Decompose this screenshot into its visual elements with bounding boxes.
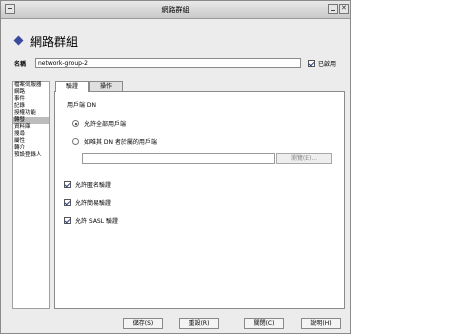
- dialog-window: 網路群組 網路群組 名稱 network-group-2 已啟用 檔案伺服器 網…: [0, 0, 351, 334]
- radio-dn-tree[interactable]: [72, 138, 79, 145]
- auth-tab-panel: 用戶端 DN 允許全部用戶端 如唯其 DN 者於屬的用戶端 瀏覽(E)... 允…: [54, 91, 345, 309]
- sidebar-item-network[interactable]: 網路: [13, 89, 49, 96]
- diamond-icon: [13, 35, 24, 46]
- name-field[interactable]: network-group-2: [35, 58, 301, 68]
- tab-authentication[interactable]: 驗證: [55, 81, 89, 92]
- sidebar-item-default-login[interactable]: 預設登錄人: [13, 152, 49, 159]
- sidebar-list: 檔案伺服器 網路 事件 記錄 授權功能 轉發 資料庫 搜尋 屬性 轉介 預設登錄…: [12, 81, 50, 309]
- radio-dn-tree-label: 如唯其 DN 者於屬的用戶端: [84, 139, 157, 146]
- check-simple-row[interactable]: 允許簡易驗證: [64, 198, 111, 207]
- sidebar-item-database[interactable]: 資料庫: [13, 124, 49, 131]
- radio-dn-tree-row[interactable]: 如唯其 DN 者於屬的用戶端: [72, 137, 157, 146]
- page-title: 網路群組: [30, 35, 79, 49]
- sidebar-item-attributes[interactable]: 屬性: [13, 138, 49, 145]
- window-title: 網路群組: [161, 6, 190, 14]
- sidebar-item-log[interactable]: 記錄: [13, 103, 49, 110]
- simple-label: 允許簡易驗證: [75, 200, 112, 207]
- check-anonymous-row[interactable]: 允許匿名驗證: [64, 180, 111, 189]
- minimize-button[interactable]: [328, 4, 338, 14]
- enabled-checkbox-row[interactable]: 已啟用: [308, 59, 336, 68]
- help-button[interactable]: 說明(H): [301, 318, 341, 329]
- dn-input[interactable]: [82, 153, 275, 164]
- reset-button[interactable]: 重設(R): [179, 318, 219, 329]
- sidebar-item-events[interactable]: 事件: [13, 96, 49, 103]
- browse-button[interactable]: 瀏覽(E)...: [276, 153, 332, 164]
- title-bar: 網路群組: [1, 1, 350, 19]
- close-window-button[interactable]: [339, 4, 349, 14]
- close-button[interactable]: 關閉(C): [244, 318, 284, 329]
- sasl-checkbox[interactable]: [64, 217, 71, 224]
- tab-operations[interactable]: 操作: [89, 81, 123, 91]
- enabled-label: 已啟用: [318, 61, 337, 68]
- enabled-checkbox[interactable]: [308, 60, 315, 67]
- sidebar-item-file-server[interactable]: 檔案伺服器: [13, 82, 49, 89]
- radio-allow-all-label: 允許全部用戶端: [84, 121, 127, 128]
- sidebar-item-search[interactable]: 搜尋: [13, 131, 49, 138]
- radio-allow-all[interactable]: [72, 120, 79, 127]
- simple-checkbox[interactable]: [64, 199, 71, 206]
- save-button[interactable]: 儲存(S): [123, 318, 163, 329]
- check-sasl-row[interactable]: 允許 SASL 驗證: [64, 216, 118, 225]
- sidebar-item-referrals[interactable]: 轉介: [13, 145, 49, 152]
- anonymous-checkbox[interactable]: [64, 181, 71, 188]
- sidebar-item-forwarding[interactable]: 轉發: [13, 117, 49, 124]
- name-label: 名稱: [14, 61, 27, 68]
- sidebar-item-licensed-features[interactable]: 授權功能: [13, 110, 49, 117]
- client-dn-label: 用戶端 DN: [67, 102, 97, 109]
- radio-allow-all-row[interactable]: 允許全部用戶端: [72, 119, 126, 128]
- sasl-label: 允許 SASL 驗證: [75, 218, 118, 225]
- anonymous-label: 允許匿名驗證: [75, 182, 112, 189]
